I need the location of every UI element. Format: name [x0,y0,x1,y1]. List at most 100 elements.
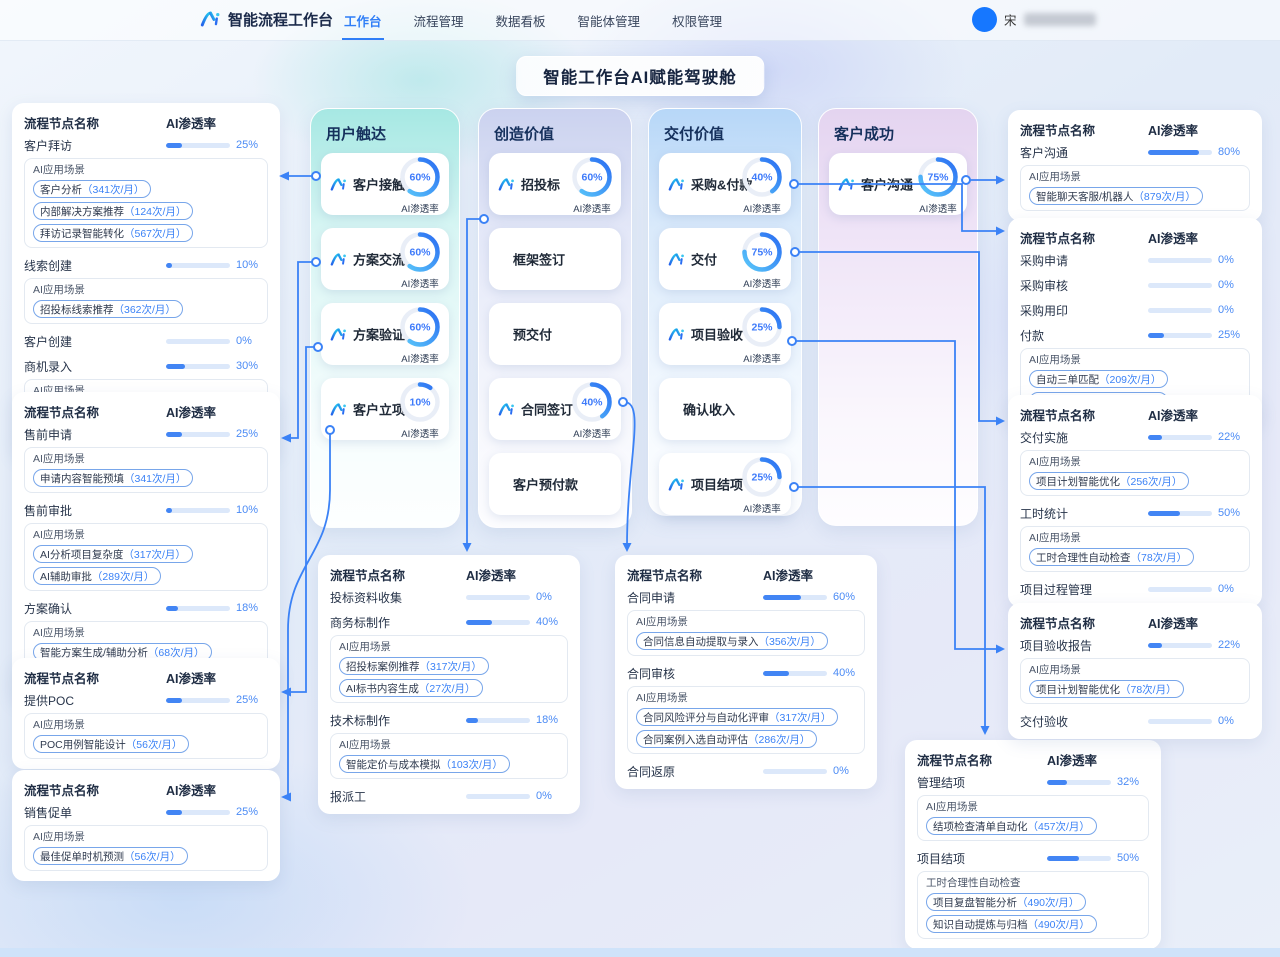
scenario-chip[interactable]: 合同风险评分与自动化评审（317次/月） [636,708,838,726]
scenario-box: AI应用场景AI分析项目复杂度（317次/月）AI辅助审批（289次/月） [24,523,268,591]
process-node: 客户沟通80% [1020,144,1250,160]
scenario-box: AI应用场景项目计划智能优化（256次/月） [1020,450,1250,496]
scenario-chip[interactable]: 最佳促单时机预测（56次/月） [33,847,188,865]
penetration-donut: 75%AI渗透率 [914,155,962,215]
scenario-box-label: AI应用场景 [1029,532,1241,545]
scenario-chip-count: （27次/月） [419,681,476,696]
scenario-chip[interactable]: 客户分析（341次/月） [33,180,151,198]
stage-card[interactable]: 预交付 [489,303,621,365]
scenario-chip[interactable]: 结项检查清单自动化（457次/月） [926,817,1097,835]
process-node-name: 商务标制作 [330,614,390,631]
process-node: 售前申请25% [24,426,268,442]
penetration-value: 18% [536,714,566,726]
donut-caption: AI渗透率 [396,201,444,215]
stage-card[interactable]: 方案交流60%AI渗透率 [321,228,449,290]
stage-card[interactable]: 方案验证60%AI渗透率 [321,303,449,365]
scenario-chip-count: （209次/月） [1099,372,1161,387]
scenario-box-label: AI应用场景 [926,801,1140,814]
stage-card-label: 合同签订 [498,400,573,419]
connector-arrow [281,688,291,697]
donut-caption: AI渗透率 [396,351,444,365]
scenario-box-label: AI应用场景 [33,719,259,732]
scenario-chips: 招投标案例推荐（317次/月） AI标书内容生成（27次/月） [339,657,559,697]
scenario-chip[interactable]: 招投标案例推荐（317次/月） [339,657,489,675]
scenario-chip[interactable]: AI辅助审批（289次/月） [33,567,161,585]
scenario-chip[interactable]: POC用例智能设计（56次/月） [33,735,189,753]
process-node-row: 报派工0% [330,788,568,804]
stage-card-name: 框架签订 [513,250,565,269]
header-penetration: AI渗透率 [1047,750,1149,765]
scenario-chip-count: （457次/月） [1028,819,1090,834]
donut-caption: AI渗透率 [914,201,962,215]
scenario-box-label: AI应用场景 [33,284,259,297]
scenario-chip[interactable]: 智能定价与成本模拟（103次/月） [339,755,510,773]
header-node-name: 流程节点名称 [24,113,99,128]
scenario-chip[interactable]: 合同信息自动提取与录入（356次/月） [636,632,828,650]
user-avatar[interactable] [972,7,997,32]
stage-card[interactable]: 项目验收25%AI渗透率 [659,303,791,365]
penetration-value: 22% [1218,431,1248,443]
scenario-chip[interactable]: 项目复盘智能分析（490次/月） [926,893,1086,911]
stage-card[interactable]: 框架签订 [489,228,621,290]
process-node-row: 提供POC25%AI应用场景POC用例智能设计（56次/月） [24,692,268,759]
process-node-name: 项目验收报告 [1020,637,1092,654]
process-node: 投标资料收集0% [330,589,568,605]
scenario-chip[interactable]: 项目计划智能优化（256次/月） [1029,472,1189,490]
scenario-chip[interactable]: AI标书内容生成（27次/月） [339,679,483,697]
penetration-progress: 0% [466,591,568,603]
scenario-box: AI应用场景招投标线索推荐（362次/月） [24,278,268,324]
stage-card[interactable]: 客户接触60%AI渗透率 [321,153,449,215]
process-node-row: 项目结项50%工时合理性自动检查项目复盘智能分析（490次/月）知识自动提炼与归… [917,850,1149,939]
scenario-chip[interactable]: 知识自动提炼与归档（490次/月） [926,915,1097,933]
stage-card[interactable]: 客户立项10%AI渗透率 [321,378,449,440]
donut-caption: AI渗透率 [396,276,444,290]
nav-tab[interactable]: 流程管理 [412,1,466,40]
scenario-box-label: AI应用场景 [1029,171,1241,184]
scenario-chip[interactable]: 招投标线索推荐（362次/月） [33,300,183,318]
stage-card-label: 客户沟通 [838,175,913,194]
stage-card[interactable]: 交付75%AI渗透率 [659,228,791,290]
donut-caption: AI渗透率 [738,351,786,365]
stage-card-label: 客户立项 [330,400,405,419]
nav-tab[interactable]: 智能体管理 [576,1,643,40]
penetration-value: 25% [236,694,266,706]
progress-fill [1148,150,1199,155]
process-node: 线索创建10% [24,257,268,273]
user-account[interactable]: 宋 [972,7,1096,32]
scenario-chip[interactable]: 合同案例入选自动评估（286次/月） [636,730,817,748]
scenario-box-label: AI应用场景 [1029,354,1241,367]
user-name: 宋 [1004,10,1017,29]
scenario-chip[interactable]: 拜访记录智能转化（567次/月） [33,224,193,242]
nav-tab[interactable]: 权限管理 [670,1,724,40]
scenario-chip[interactable]: 工时合理性自动检查（78次/月） [1029,548,1194,566]
process-node-name: 客户拜访 [24,137,72,154]
scenario-chip[interactable]: 智能聊天客服/机器人（879次/月） [1029,187,1203,205]
progress-track [1148,283,1212,288]
svg-text:25%: 25% [751,472,773,484]
penetration-progress: 0% [1148,715,1250,727]
scenario-chip[interactable]: 项目计划智能优化（78次/月） [1029,680,1184,698]
stage-card-label: 预交付 [513,325,552,344]
stage-card[interactable]: 客户预付款 [489,453,621,515]
nav-tab[interactable]: 数据看板 [494,1,548,40]
nav-tab[interactable]: 工作台 [342,1,384,40]
scenario-chip[interactable]: 内部解决方案推荐（124次/月） [33,202,193,220]
scenario-chip[interactable]: AI分析项目复杂度（317次/月） [33,545,193,563]
stage-card[interactable]: 客户沟通75%AI渗透率 [829,153,967,215]
donut-caption: AI渗透率 [738,276,786,290]
penetration-progress: 50% [1047,852,1149,864]
progress-fill [1148,435,1162,440]
donut-caption: AI渗透率 [568,426,616,440]
scenario-chip[interactable]: 申请内容智能预填（341次/月） [33,469,193,487]
stage-card[interactable]: 合同签订40%AI渗透率 [489,378,621,440]
stage-card[interactable]: 采购&付款40%AI渗透率 [659,153,791,215]
penetration-value: 0% [833,765,863,777]
scenario-box: AI应用场景申请内容智能预填（341次/月） [24,447,268,493]
penetration-value: 25% [236,139,266,151]
penetration-progress: 18% [166,602,268,614]
scenario-chip-text: 自动三单匹配 [1036,372,1099,387]
scenario-chip[interactable]: 自动三单匹配（209次/月） [1029,370,1168,388]
stage-card[interactable]: 确认收入 [659,378,791,440]
stage-card[interactable]: 项目结项25%AI渗透率 [659,453,791,515]
stage-card[interactable]: 招投标60%AI渗透率 [489,153,621,215]
